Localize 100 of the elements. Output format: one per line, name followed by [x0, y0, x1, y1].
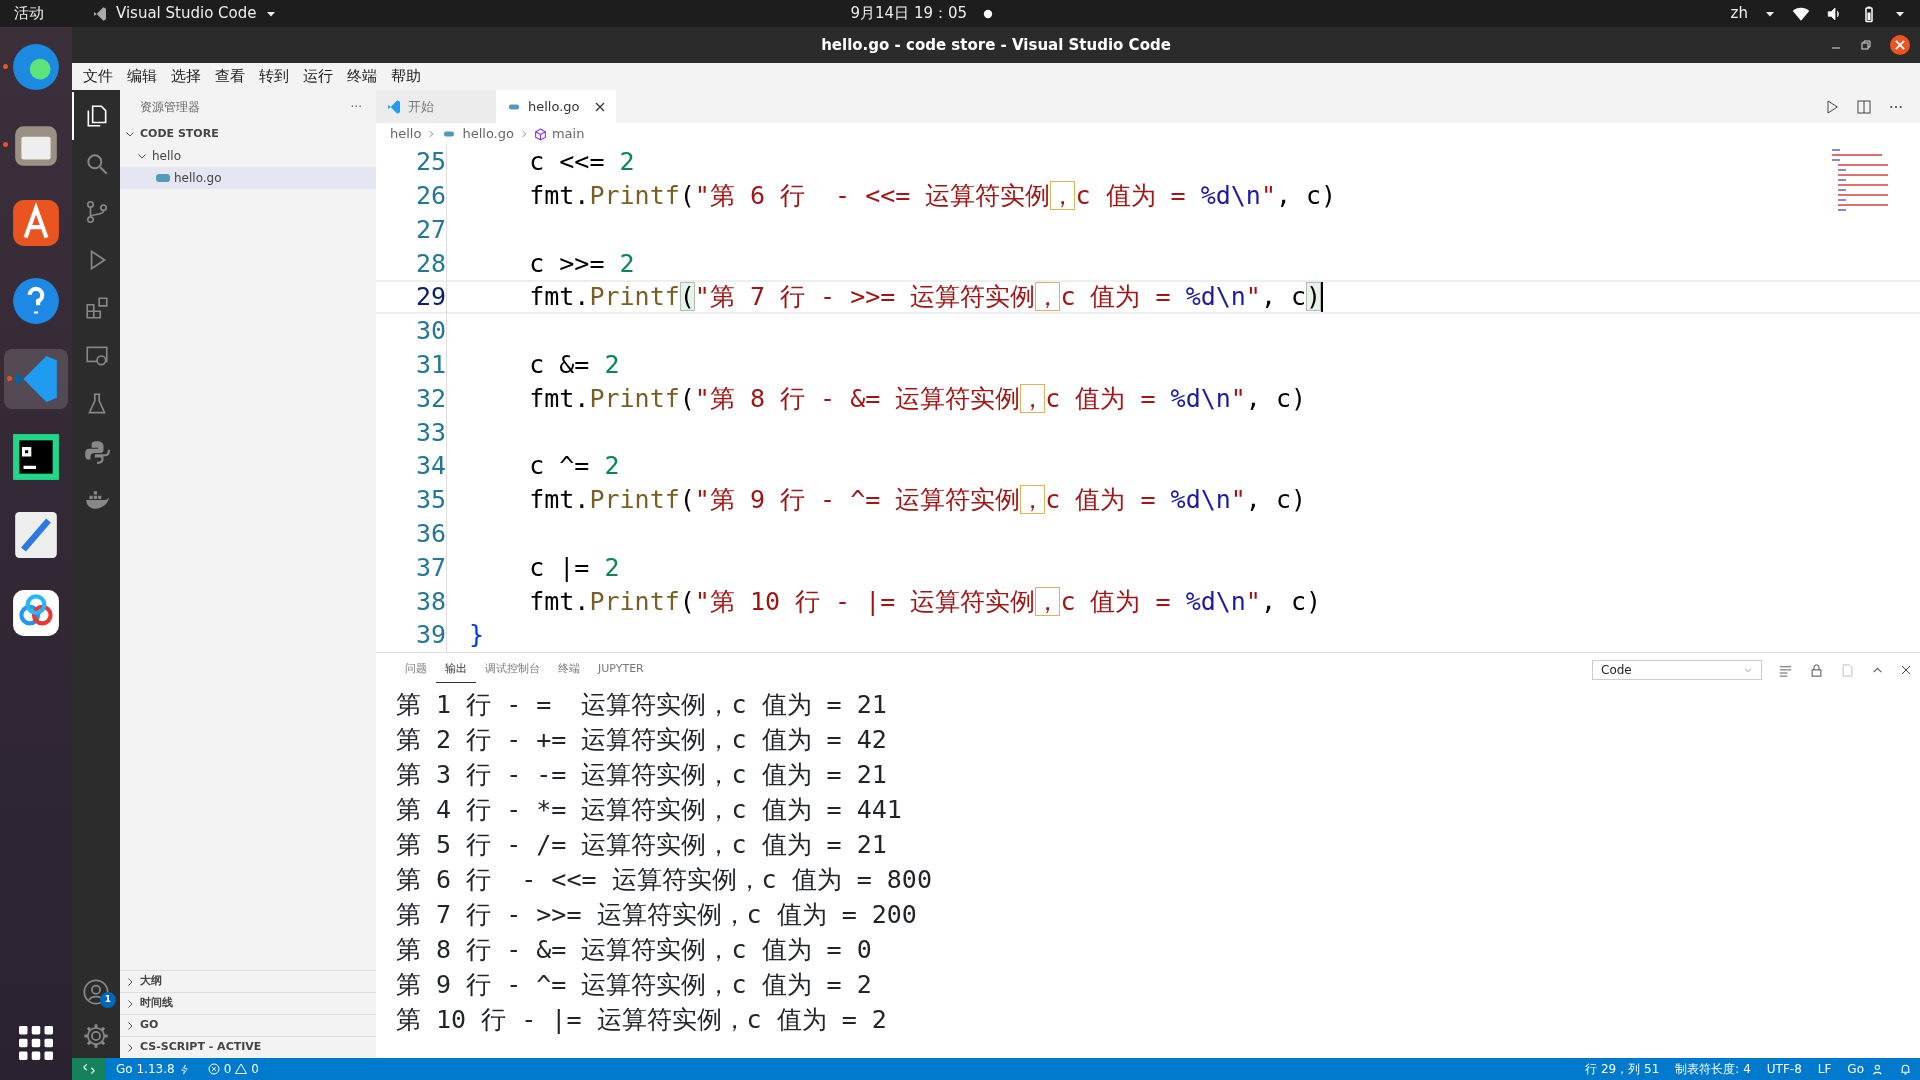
- panel-tab[interactable]: JUPYTER: [589, 657, 653, 683]
- line-number: 32: [414, 382, 446, 415]
- breadcrumb-item[interactable]: hello: [390, 124, 422, 144]
- line-number: 27: [414, 213, 446, 246]
- dot-icon: [983, 8, 994, 19]
- section-header[interactable]: GO: [140, 1017, 159, 1034]
- tree-item[interactable]: hello.go: [174, 169, 222, 187]
- go-version[interactable]: Go 1.13.8: [116, 1060, 175, 1078]
- apps-grid-icon[interactable]: [19, 1026, 53, 1060]
- cube-icon: [533, 127, 547, 141]
- split-editor-icon[interactable]: [1856, 98, 1872, 115]
- settings-icon[interactable]: [82, 1022, 110, 1050]
- activities-button[interactable]: 活动: [14, 2, 44, 25]
- window-title: hello.go - code store - Visual Studio Code: [821, 34, 1171, 56]
- output-line: 第 3 行 - -= 运算符实例，c 值为 = 21: [396, 759, 888, 791]
- close-icon[interactable]: [1900, 664, 1912, 676]
- lightning-icon: [178, 1063, 190, 1075]
- menu-item[interactable]: 查看: [208, 65, 252, 88]
- browser-icon[interactable]: [11, 42, 61, 92]
- code-line: fmt.Printf("第 8 行 - &= 运算符实例，c 值为 = %d\n", c): [528, 382, 1307, 415]
- menu-item[interactable]: 文件: [76, 65, 120, 88]
- search-icon[interactable]: [84, 151, 110, 177]
- menu-item[interactable]: 帮助: [384, 65, 428, 88]
- menu-item[interactable]: 编辑: [120, 65, 164, 88]
- editor-tab[interactable]: 开始: [376, 90, 496, 123]
- code-line: fmt.Printf("第 10 行 - |= 运算符实例，c 值为 = %d\n", c): [528, 585, 1322, 618]
- close-icon[interactable]: [1890, 35, 1910, 55]
- close-icon[interactable]: [594, 100, 606, 113]
- panel-tab[interactable]: 输出: [436, 657, 476, 683]
- restore-icon[interactable]: [1860, 39, 1872, 51]
- panel-tab[interactable]: 调试控制台: [476, 657, 549, 683]
- go-file-icon: [156, 174, 170, 182]
- warning-icon: [235, 1063, 248, 1075]
- line-number: 39: [414, 619, 446, 652]
- tab-size[interactable]: 制表符长度: 4: [1667, 1060, 1759, 1078]
- panel-tab[interactable]: 终端: [549, 657, 589, 683]
- bell-icon[interactable]: [1899, 1062, 1912, 1076]
- cursor-position[interactable]: 行 29，列 51: [1577, 1060, 1668, 1078]
- python-icon[interactable]: [84, 439, 110, 465]
- line-number: 38: [414, 585, 446, 618]
- problems-indicator[interactable]: 0 0: [199, 1060, 267, 1078]
- output-line: 第 2 行 - += 运算符实例，c 值为 = 42: [396, 724, 888, 756]
- output-line: 第 5 行 - /= 运算符实例，c 值为 = 21: [396, 829, 888, 861]
- output-line: 第 1 行 - = 运算符实例，c 值为 = 21: [396, 689, 888, 721]
- line-number: 25: [414, 146, 446, 179]
- menu-item[interactable]: 转到: [252, 65, 296, 88]
- text-cursor: [1321, 282, 1324, 313]
- output-line: 第 7 行 - >>= 运算符实例，c 值为 = 200: [396, 899, 918, 931]
- chevron-down-icon: [1743, 665, 1753, 675]
- output-channel-dropdown[interactable]: Code: [1592, 660, 1762, 680]
- remote-indicator[interactable]: [72, 1058, 106, 1080]
- breadcrumb-item[interactable]: main: [551, 124, 585, 144]
- code-line: }: [469, 619, 485, 652]
- cloud-app-icon[interactable]: [11, 588, 61, 638]
- help-icon[interactable]: [11, 276, 61, 326]
- editor-tab[interactable]: hello.go: [496, 90, 616, 123]
- line-ending[interactable]: LF: [1809, 1060, 1840, 1078]
- ide-icon[interactable]: [11, 432, 61, 482]
- section-header[interactable]: CS-SCRIPT - ACTIVE: [140, 1039, 262, 1056]
- account-icon[interactable]: [82, 978, 110, 1006]
- more-actions-button[interactable]: ···: [350, 97, 362, 116]
- code-line: fmt.Printf("第 7 行 - >>= 运算符实例，c 值为 = %d\n", c): [528, 281, 1322, 314]
- source-control-icon[interactable]: [84, 199, 110, 225]
- notification-badge: 1: [100, 992, 116, 1008]
- line-number: 33: [414, 416, 446, 449]
- vscode-icon: [386, 98, 402, 115]
- app-menu[interactable]: Visual Studio Code: [116, 2, 257, 25]
- clock[interactable]: 9月14日 19：05: [850, 2, 968, 25]
- code-line: c >>= 2: [528, 247, 635, 280]
- extensions-icon[interactable]: [84, 295, 110, 321]
- encoding[interactable]: UTF-8: [1758, 1060, 1810, 1078]
- input-method[interactable]: zh: [1730, 2, 1748, 25]
- store-icon[interactable]: [11, 198, 61, 248]
- menu-item[interactable]: 选择: [164, 65, 208, 88]
- tree-item[interactable]: CODE STORE: [140, 125, 219, 143]
- output-line: 第 8 行 - &= 运算符实例，c 值为 = 0: [396, 934, 873, 966]
- line-number: 29: [414, 281, 446, 314]
- code-line: c ^= 2: [528, 450, 620, 483]
- menu-item[interactable]: 运行: [296, 65, 340, 88]
- panel-tab[interactable]: 问题: [396, 657, 436, 683]
- tree-item[interactable]: hello: [152, 147, 181, 165]
- lock-icon[interactable]: [1809, 662, 1824, 678]
- breadcrumb-item[interactable]: hello.go: [462, 124, 514, 144]
- line-number: 36: [414, 517, 446, 550]
- line-number: 35: [414, 484, 446, 517]
- output-line: 第 10 行 - |= 运算符实例，c 值为 = 2: [396, 1004, 888, 1036]
- feedback-icon[interactable]: [1872, 1062, 1885, 1076]
- code-line: c &= 2: [528, 348, 620, 381]
- line-number: 28: [414, 247, 446, 280]
- line-number: 37: [414, 551, 446, 584]
- section-header[interactable]: 大纲: [140, 973, 162, 990]
- output-line: 第 6 行 - <<= 运算符实例，c 值为 = 800: [396, 864, 933, 896]
- run-icon[interactable]: [1824, 98, 1840, 115]
- line-number: 31: [414, 348, 446, 381]
- remote-icon: [82, 1062, 96, 1076]
- section-header[interactable]: 时间线: [140, 995, 173, 1012]
- code-line: fmt.Printf("第 6 行 - <<= 运算符实例，c 值为 = %d\n", c): [528, 179, 1337, 212]
- language-mode[interactable]: Go: [1839, 1060, 1872, 1078]
- line-number: 26: [414, 179, 446, 212]
- menu-item[interactable]: 终端: [340, 65, 384, 88]
